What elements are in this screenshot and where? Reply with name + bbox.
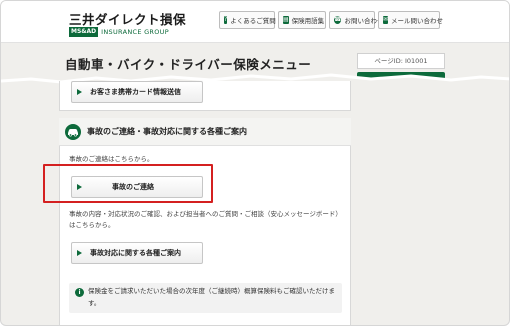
site-logo[interactable]: 三井ダイレクト損保 [69,9,186,28]
nav-glossary-label: 保険用語集 [291,17,325,25]
highlight-box [43,164,213,203]
browser-frame: 三井ダイレクト損保 MS&AD INSURANCE GROUP ? よくあるご質… [0,0,510,326]
accident-description-text: 事故の内容・対応状況のご確認、および担当者へのご質問・ご相談（安心メッセージボー… [69,210,342,229]
arrow-right-icon [77,89,82,95]
book-icon: ▤ [283,16,289,24]
nav-mail-contact[interactable]: ✉ メール問い合わせ [378,11,444,29]
mobile-card-send-button[interactable]: お客さま携帯カード情報送信 [71,81,203,103]
accident-section-title: 事故のご連絡・事故対応に関する各種ご案内 [87,127,247,136]
nav-faq[interactable]: ? よくあるご質問 [219,11,276,29]
nav-faq-label: よくあるご質問 [230,17,276,25]
mail-icon: ✉ [383,16,389,24]
nav-glossary[interactable]: ▤ 保険用語集 [278,11,326,29]
car-accident-icon [65,123,81,140]
claim-note-text: 保険金をご請求いただいた場合の次年度（ご継続時）概算保険料もご確認いただけます。 [88,287,335,307]
insurance-group-text: INSURANCE GROUP [101,28,169,36]
info-icon: i [75,288,84,297]
site-header: 三井ダイレクト損保 MS&AD INSURANCE GROUP ? よくあるご質… [1,1,509,43]
msad-badge: MS&AD [69,27,99,37]
logo-group-mark: MS&AD INSURANCE GROUP [69,27,169,37]
accident-info-label: 事故対応に関する各種ご案内 [90,249,181,257]
claim-note: i 保険金をご請求いただいた場合の次年度（ご継続時）概算保険料もご確認いただけま… [69,283,342,313]
accident-section-header: 事故のご連絡・事故対応に関する各種ご案内 [59,118,351,146]
question-icon: ? [224,16,228,24]
arrow-right-icon [77,250,82,256]
nav-mail-contact-label: メール問い合わせ [391,17,444,25]
mobile-card-send-label: お客さま携帯カード情報送信 [90,88,181,96]
phone-icon: ☎ [334,16,342,24]
nav-contact[interactable]: ☎ お問い合わせ [329,11,383,29]
accident-info-button[interactable]: 事故対応に関する各種ご案内 [71,242,203,264]
